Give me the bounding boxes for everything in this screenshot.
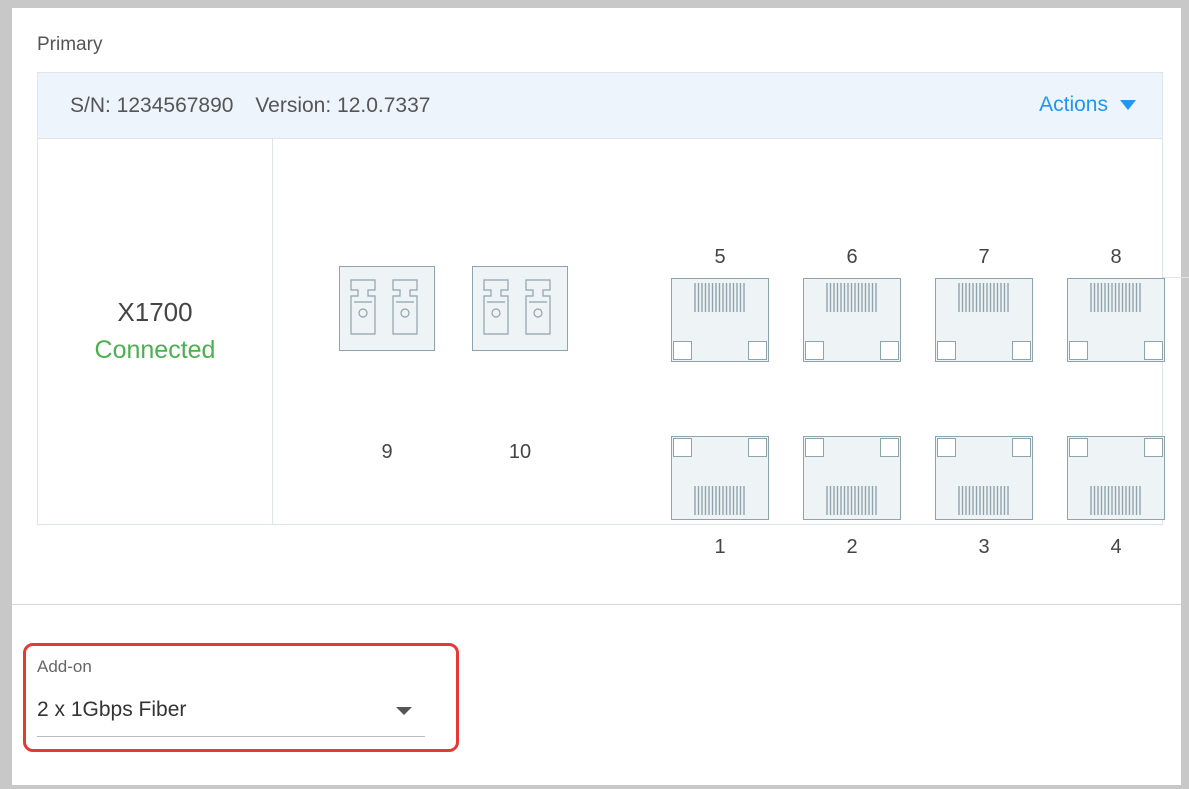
ethernet-port-6[interactable] — [803, 278, 901, 362]
ethernet-port-5[interactable] — [671, 278, 769, 362]
addon-label: Add-on — [37, 657, 92, 676]
ethernet-port-icon — [1067, 278, 1165, 362]
ethernet-port-3[interactable] — [935, 436, 1033, 520]
section-divider — [12, 604, 1181, 605]
port-number-7: 7 — [978, 246, 990, 268]
port-number-3: 3 — [978, 536, 990, 558]
port-number-5: 5 — [714, 246, 726, 268]
port-number-4: 4 — [1110, 536, 1122, 558]
addon-selected-value: 2 x 1Gbps Fiber — [37, 698, 187, 721]
ethernet-port-icon — [803, 278, 901, 362]
ethernet-port-2[interactable] — [803, 436, 901, 520]
dropdown-arrow-icon[interactable] — [396, 707, 412, 715]
sfp-port-10[interactable] — [472, 266, 568, 351]
sfp-port-icon — [339, 266, 435, 351]
sfp-port-9[interactable] — [339, 266, 435, 351]
ethernet-port-icon — [671, 278, 769, 362]
ethernet-port-4[interactable] — [1067, 436, 1165, 520]
port-number-1: 1 — [714, 536, 726, 558]
section-title: Primary — [37, 34, 103, 55]
ethernet-port-icon — [935, 436, 1033, 520]
device-header: S/N: 1234567890 Version: 12.0.7337 Actio… — [38, 73, 1162, 139]
port-number-9: 9 — [381, 441, 393, 463]
model-name: X1700 — [117, 297, 193, 327]
serial-number: S/N: 1234567890 — [70, 94, 234, 117]
ethernet-port-8[interactable] — [1067, 278, 1165, 362]
ethernet-port-icon — [671, 436, 769, 520]
caret-down-icon — [1120, 100, 1136, 110]
port-number-6: 6 — [846, 246, 858, 268]
port-number-10: 10 — [508, 441, 532, 463]
ethernet-port-7[interactable] — [935, 278, 1033, 362]
device-info: S/N: 1234567890 Version: 12.0.7337 — [70, 94, 430, 118]
actions-dropdown-button[interactable]: Actions — [1039, 93, 1136, 117]
ethernet-port-icon — [935, 278, 1033, 362]
model-pane: X1700 Connected — [38, 139, 273, 525]
sfp-port-icon — [472, 266, 568, 351]
ethernet-port-1[interactable] — [671, 436, 769, 520]
addon-underline — [37, 736, 425, 737]
port-number-8: 8 — [1110, 246, 1122, 268]
device-card: S/N: 1234567890 Version: 12.0.7337 Actio… — [37, 72, 1165, 558]
connection-status: Connected — [94, 336, 216, 364]
firmware-version: Version: 12.0.7337 — [255, 94, 431, 117]
port-number-2: 2 — [846, 536, 858, 558]
port-panel: 9 10 5 6 7 8 1 2 3 4 — [274, 139, 1165, 558]
ethernet-port-icon — [803, 436, 901, 520]
actions-label: Actions — [1039, 93, 1108, 116]
side-divider — [1163, 277, 1189, 278]
ethernet-port-icon — [1067, 436, 1165, 520]
